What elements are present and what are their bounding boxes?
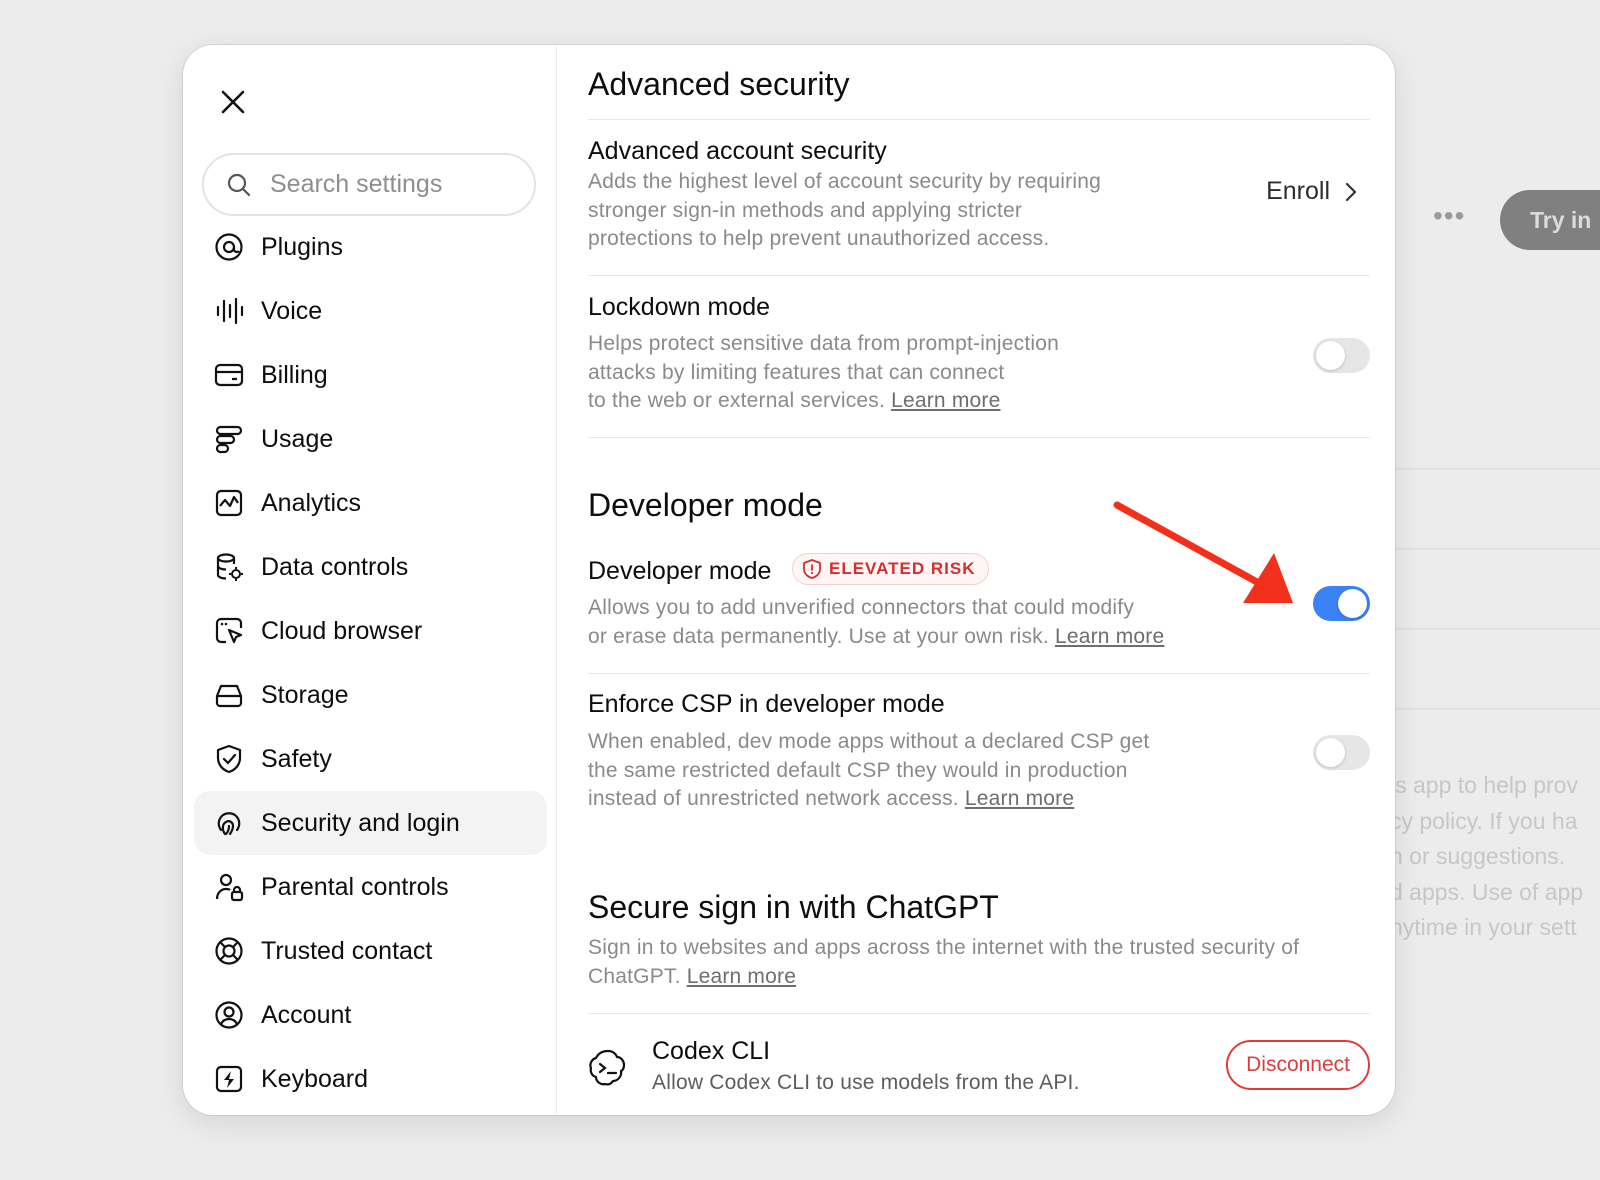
elevated-risk-label: ELEVATED RISK	[829, 559, 976, 578]
settings-modal: Plugins Voice Billing Usage	[183, 45, 1395, 1115]
divider	[588, 119, 1370, 120]
enroll-button[interactable]: Enroll	[1266, 177, 1358, 206]
sidebar-item-analytics[interactable]: Analytics	[194, 471, 547, 535]
search-settings[interactable]	[202, 153, 536, 216]
sidebar-item-label: Security and login	[261, 808, 460, 837]
sidebar-item-label: Keyboard	[261, 1064, 369, 1093]
close-icon	[221, 90, 245, 114]
advanced-account-security-title: Advanced account security	[588, 137, 887, 165]
sidebar-item-security-and-login[interactable]: Security and login	[194, 791, 547, 855]
codex-cli-title: Codex CLI	[652, 1037, 771, 1065]
lockdown-mode-title: Lockdown mode	[588, 293, 771, 321]
secure-sign-in-learn-more-link[interactable]: Learn more	[687, 965, 796, 988]
disconnect-button[interactable]: Disconnect	[1226, 1040, 1370, 1090]
sidebar-item-plugins[interactable]: Plugins	[194, 215, 547, 279]
sidebar-item-storage[interactable]: Storage	[194, 663, 547, 727]
shield-alert-icon	[803, 559, 821, 579]
browser-cursor-icon	[212, 614, 246, 648]
sidebar-item-trusted-contact[interactable]: Trusted contact	[194, 919, 547, 983]
overflow-menu-icon[interactable]: •••	[1433, 202, 1465, 230]
fingerprint-icon	[212, 806, 246, 840]
try-in-button[interactable]: Try in	[1500, 190, 1600, 250]
sidebar-item-account[interactable]: Account	[194, 983, 547, 1047]
sidebar-item-label: Billing	[261, 360, 328, 389]
sidebar-item-keyboard[interactable]: Keyboard	[194, 1047, 547, 1111]
person-lock-icon	[212, 870, 246, 904]
divider	[588, 673, 1370, 674]
section-heading-secure-sign-in: Secure sign in with ChatGPT	[588, 889, 999, 925]
developer-mode-learn-more-link[interactable]: Learn more	[1055, 625, 1164, 648]
settings-content: Advanced security Advanced account secur…	[588, 45, 1370, 1115]
sidebar-item-label: Parental controls	[261, 872, 449, 901]
toggle-knob	[1316, 341, 1345, 370]
search-input[interactable]	[270, 170, 510, 199]
elevated-risk-badge: ELEVATED RISK	[792, 553, 989, 585]
enforce-csp-description: When enabled, dev mode apps without a de…	[588, 730, 1150, 810]
sidebar-item-data-controls[interactable]: Data controls	[194, 535, 547, 599]
plugins-icon	[212, 230, 246, 264]
background-divider	[1395, 708, 1600, 710]
codex-cli-icon	[589, 1049, 626, 1086]
search-icon	[227, 173, 251, 196]
background-divider	[1395, 548, 1600, 550]
toggle-knob	[1338, 589, 1367, 618]
user-circle-icon	[212, 998, 246, 1032]
sidebar-item-label: Voice	[261, 296, 323, 325]
developer-mode-description: Allows you to add unverified connectors …	[588, 596, 1165, 648]
divider	[588, 1013, 1370, 1014]
sidebar-item-label: Account	[261, 1000, 352, 1029]
sidebar-item-label: Storage	[261, 680, 349, 709]
section-heading-developer-mode: Developer mode	[588, 487, 823, 523]
lockdown-learn-more-link[interactable]: Learn more	[891, 389, 1000, 412]
keyboard-bolt-icon	[212, 1062, 246, 1096]
sidebar-item-billing[interactable]: Billing	[194, 343, 547, 407]
divider	[588, 437, 1370, 438]
lifebuoy-icon	[212, 934, 246, 968]
enforce-csp-title: Enforce CSP in developer mode	[588, 690, 945, 718]
close-button[interactable]	[213, 82, 253, 122]
enroll-label: Enroll	[1266, 177, 1330, 205]
toggle-knob	[1316, 738, 1345, 767]
sidebar-item-label: Cloud browser	[261, 616, 423, 645]
sidebar-item-parental-controls[interactable]: Parental controls	[194, 855, 547, 919]
sidebar-item-voice[interactable]: Voice	[194, 279, 547, 343]
sidebar-item-usage[interactable]: Usage	[194, 407, 547, 471]
settings-nav: Plugins Voice Billing Usage Analytics Da…	[194, 215, 547, 1111]
divider	[588, 275, 1370, 276]
sidebar-item-label: Analytics	[261, 488, 362, 517]
analytics-chart-icon	[212, 486, 246, 520]
advanced-account-security-description: Adds the highest level of account securi…	[588, 170, 1101, 250]
chevron-right-icon	[1345, 182, 1357, 201]
background-text: is app to help prov cy policy. If you ha…	[1390, 772, 1584, 940]
lockdown-mode-toggle[interactable]	[1313, 338, 1370, 373]
section-heading-advanced-security: Advanced security	[588, 66, 850, 102]
sidebar-item-label: Plugins	[261, 232, 343, 261]
enforce-csp-toggle[interactable]	[1313, 735, 1370, 770]
developer-mode-title: Developer mode	[588, 557, 772, 585]
usage-bars-icon	[212, 422, 246, 456]
sidebar-item-safety[interactable]: Safety	[194, 727, 547, 791]
database-gear-icon	[212, 550, 246, 584]
shield-check-icon	[212, 742, 246, 776]
sidebar-item-label: Safety	[261, 744, 332, 773]
secure-sign-in-description: Sign in to websites and apps across the …	[588, 936, 1300, 988]
sidebar-item-label: Trusted contact	[261, 936, 433, 965]
background-divider	[1395, 628, 1600, 630]
background-divider	[1395, 468, 1600, 470]
sidebar-item-cloud-browser[interactable]: Cloud browser	[194, 599, 547, 663]
codex-cli-description: Allow Codex CLI to use models from the A…	[652, 1071, 1080, 1094]
voice-waveform-icon	[212, 294, 246, 328]
credit-card-icon	[212, 358, 246, 392]
enforce-csp-learn-more-link[interactable]: Learn more	[965, 787, 1074, 810]
lockdown-mode-description: Helps protect sensitive data from prompt…	[588, 332, 1060, 412]
sidebar-item-label: Usage	[261, 424, 334, 453]
sidebar-item-label: Data controls	[261, 552, 409, 581]
storage-drive-icon	[212, 678, 246, 712]
settings-sidebar: Plugins Voice Billing Usage	[183, 45, 557, 1115]
developer-mode-toggle[interactable]	[1313, 586, 1370, 621]
